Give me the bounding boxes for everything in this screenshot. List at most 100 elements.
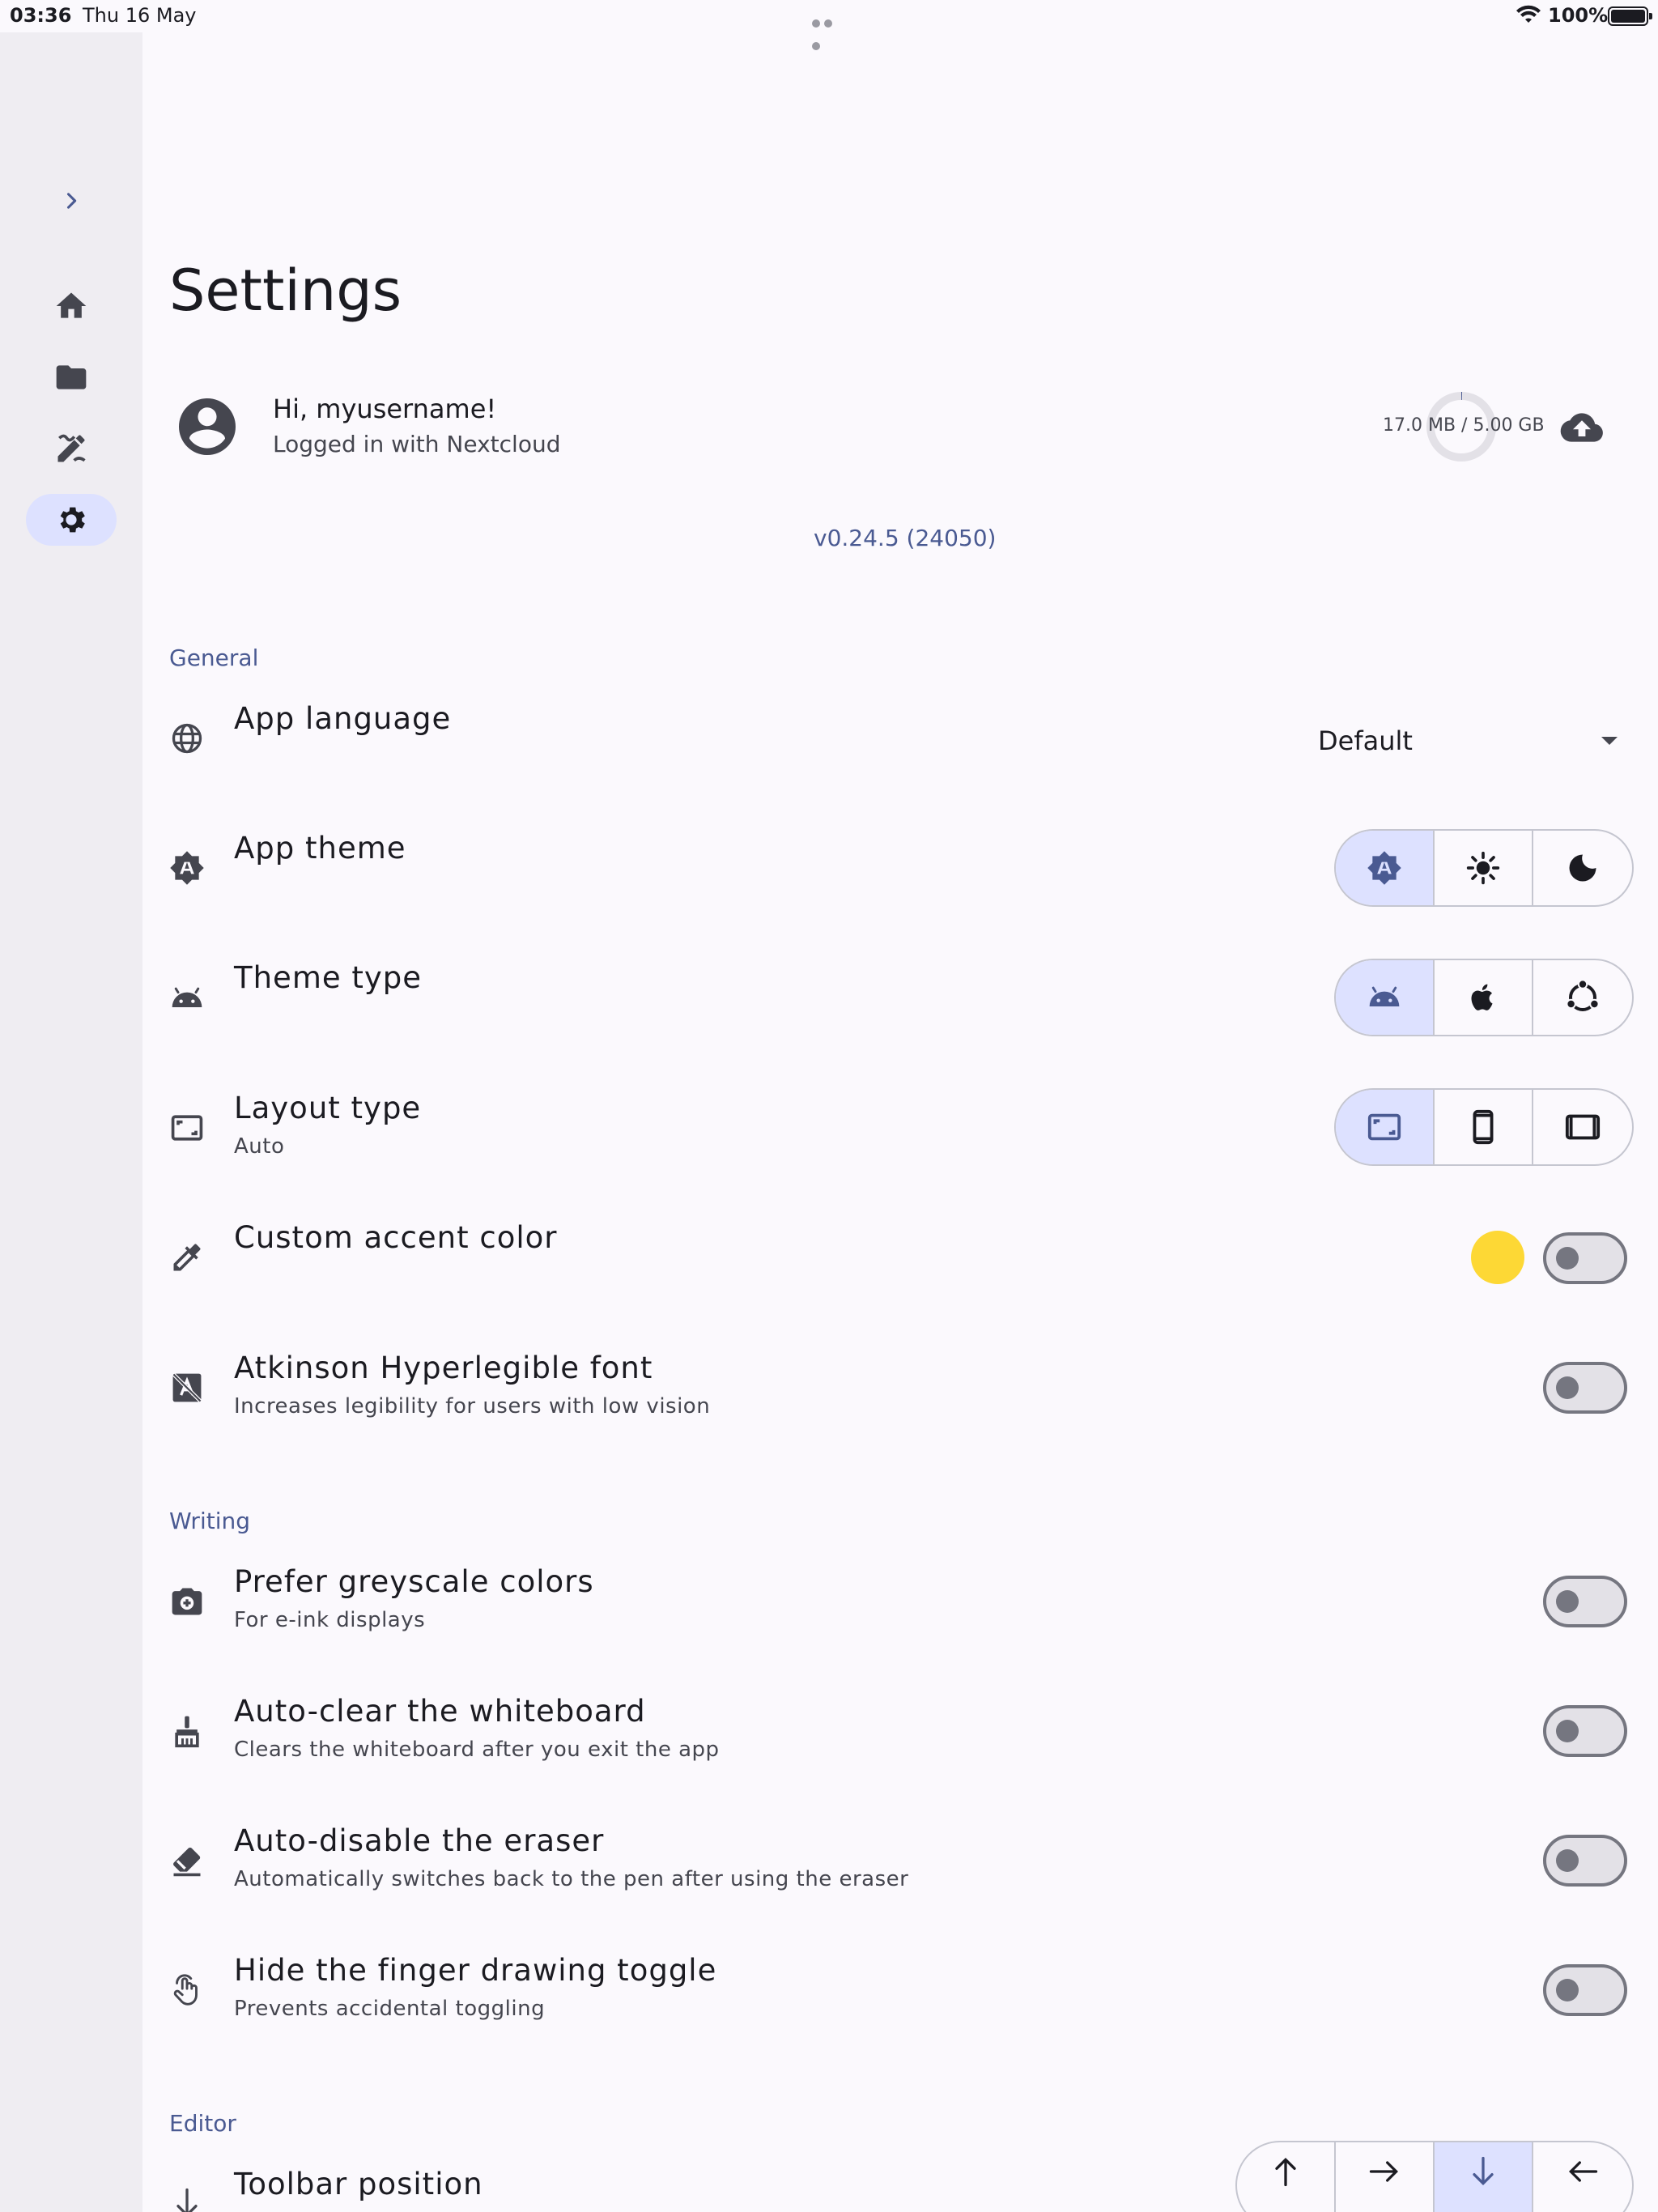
apple-icon bbox=[1471, 984, 1493, 1010]
battery-percent: 100% bbox=[1548, 4, 1609, 27]
setting-title-custom-accent: Custom accent color bbox=[234, 1220, 558, 1255]
setting-title-hide-finger-toggle: Hide the finger drawing toggle bbox=[234, 1953, 717, 1988]
app-version[interactable]: v0.24.5 (24050) bbox=[814, 525, 996, 551]
expand-rail-button[interactable] bbox=[47, 177, 96, 225]
setting-title-theme-type: Theme type bbox=[234, 960, 423, 995]
status-date: Thu 16 May bbox=[83, 4, 197, 27]
setting-subtitle-hide-finger-toggle: Prevents accidental toggling bbox=[234, 1997, 546, 2021]
app-language-value: Default bbox=[1318, 725, 1413, 756]
theme-type-option-material[interactable] bbox=[1336, 960, 1435, 1035]
setting-subtitle-greyscale: For e-ink displays bbox=[234, 1608, 426, 1632]
toolbar-position-bottom[interactable] bbox=[1435, 2142, 1533, 2212]
status-bar: 03:36 Thu 16 May 100% bbox=[0, 0, 1658, 50]
arrow-up-icon bbox=[1275, 2157, 1296, 2187]
toggle-knob bbox=[1556, 1247, 1579, 1270]
light-mode-icon bbox=[1466, 851, 1500, 885]
auto-layout-icon bbox=[1367, 1113, 1401, 1141]
auto-disable-eraser-toggle[interactable] bbox=[1543, 1835, 1627, 1887]
section-header-editor: Editor bbox=[169, 2110, 236, 2137]
theme-option-system[interactable] bbox=[1336, 831, 1435, 905]
multitasking-dots-icon[interactable] bbox=[812, 10, 848, 50]
account-circle-icon[interactable] bbox=[173, 393, 241, 461]
auto-clear-toggle[interactable] bbox=[1543, 1705, 1627, 1757]
chevron-right-icon bbox=[66, 193, 77, 209]
app-language-dropdown[interactable]: Default bbox=[1318, 725, 1626, 757]
arrow-right-icon bbox=[1369, 2161, 1399, 2182]
wifi-icon bbox=[1516, 5, 1541, 23]
rail-item-whiteboard[interactable] bbox=[26, 423, 117, 474]
setting-subtitle-auto-clear: Clears the whiteboard after you exit the… bbox=[234, 1738, 720, 1762]
toggle-knob bbox=[1556, 1979, 1579, 2001]
phone-layout-icon bbox=[1473, 1109, 1494, 1145]
arrow-left-icon bbox=[1568, 2161, 1598, 2182]
arrow-downward-icon bbox=[168, 2184, 206, 2212]
setting-title-auto-disable-eraser: Auto-disable the eraser bbox=[234, 1823, 605, 1858]
setting-subtitle-atkinson-font: Increases legibility for users with low … bbox=[234, 1394, 711, 1419]
rail-item-home[interactable] bbox=[26, 280, 117, 332]
cloud-upload-icon[interactable] bbox=[1559, 410, 1605, 445]
page-title: Settings bbox=[169, 257, 402, 324]
setting-title-toolbar-position: Toolbar position bbox=[234, 2167, 483, 2201]
setting-title-greyscale: Prefer greyscale colors bbox=[234, 1564, 594, 1599]
theme-type-option-yaru[interactable] bbox=[1533, 960, 1632, 1035]
toggle-knob bbox=[1556, 1376, 1579, 1399]
setting-title-atkinson-font: Atkinson Hyperlegible font bbox=[234, 1351, 653, 1385]
dark-mode-icon bbox=[1569, 854, 1596, 882]
setting-title-app-language: App language bbox=[234, 701, 452, 736]
profile-login-provider: Logged in with Nextcloud bbox=[273, 431, 561, 457]
arrow-down-icon bbox=[1473, 2156, 1494, 2186]
accent-color-swatch[interactable] bbox=[1471, 1231, 1524, 1284]
eraser-icon bbox=[168, 1842, 206, 1879]
add-a-photo-icon bbox=[168, 1583, 206, 1620]
folder-icon bbox=[56, 365, 87, 389]
theme-option-light[interactable] bbox=[1435, 831, 1533, 905]
language-icon bbox=[168, 720, 206, 757]
colorize-icon bbox=[168, 1239, 206, 1276]
battery-icon bbox=[1608, 6, 1652, 26]
brightness-auto-icon bbox=[168, 849, 206, 887]
theme-type-segmented bbox=[1334, 959, 1634, 1036]
home-icon bbox=[56, 292, 87, 318]
toolbar-position-segmented bbox=[1235, 2141, 1634, 2212]
rail-item-files[interactable] bbox=[26, 351, 117, 403]
tablet-layout-icon bbox=[1565, 1114, 1601, 1140]
rail-item-settings[interactable] bbox=[26, 494, 117, 546]
atkinson-font-toggle[interactable] bbox=[1543, 1362, 1627, 1414]
toggle-knob bbox=[1556, 1590, 1579, 1613]
layout-option-auto[interactable] bbox=[1336, 1090, 1435, 1164]
layout-option-tablet[interactable] bbox=[1533, 1090, 1632, 1164]
setting-title-auto-clear: Auto-clear the whiteboard bbox=[234, 1694, 646, 1729]
setting-subtitle-auto-disable-eraser: Automatically switches back to the pen a… bbox=[234, 1867, 909, 1891]
greyscale-toggle[interactable] bbox=[1543, 1576, 1627, 1627]
theme-option-dark[interactable] bbox=[1533, 831, 1632, 905]
profile-greeting: Hi, myusername! bbox=[273, 393, 497, 424]
section-header-writing: Writing bbox=[169, 1508, 250, 1534]
custom-accent-toggle[interactable] bbox=[1543, 1232, 1627, 1284]
draw-icon bbox=[57, 434, 86, 462]
ubuntu-icon bbox=[1566, 979, 1600, 1011]
toolbar-position-right[interactable] bbox=[1336, 2142, 1435, 2212]
system-theme-icon bbox=[1367, 851, 1401, 885]
font-off-icon bbox=[168, 1369, 206, 1406]
navigation-rail bbox=[0, 32, 142, 2212]
layout-option-phone[interactable] bbox=[1435, 1090, 1533, 1164]
touch-app-icon bbox=[168, 1972, 206, 2009]
settings-icon bbox=[60, 507, 85, 533]
aspect-ratio-icon bbox=[168, 1109, 206, 1146]
toggle-knob bbox=[1556, 1849, 1579, 1872]
hide-finger-toggle-switch[interactable] bbox=[1543, 1964, 1627, 2016]
cleaning-brush-icon bbox=[168, 1712, 206, 1750]
theme-type-option-cupertino[interactable] bbox=[1435, 960, 1533, 1035]
setting-title-app-theme: App theme bbox=[234, 831, 406, 866]
toolbar-position-left[interactable] bbox=[1533, 2142, 1632, 2212]
storage-usage-text: 17.0 MB / 5.00 GB bbox=[1383, 415, 1545, 436]
app-theme-segmented bbox=[1334, 829, 1634, 907]
setting-title-layout-type: Layout type bbox=[234, 1091, 422, 1125]
section-header-general: General bbox=[169, 644, 259, 671]
setting-subtitle-layout-type: Auto bbox=[234, 1134, 285, 1159]
toolbar-position-top[interactable] bbox=[1237, 2142, 1336, 2212]
status-time: 03:36 bbox=[10, 4, 72, 27]
toggle-knob bbox=[1556, 1720, 1579, 1742]
android-icon bbox=[168, 980, 206, 1017]
android-icon bbox=[1369, 986, 1400, 1006]
